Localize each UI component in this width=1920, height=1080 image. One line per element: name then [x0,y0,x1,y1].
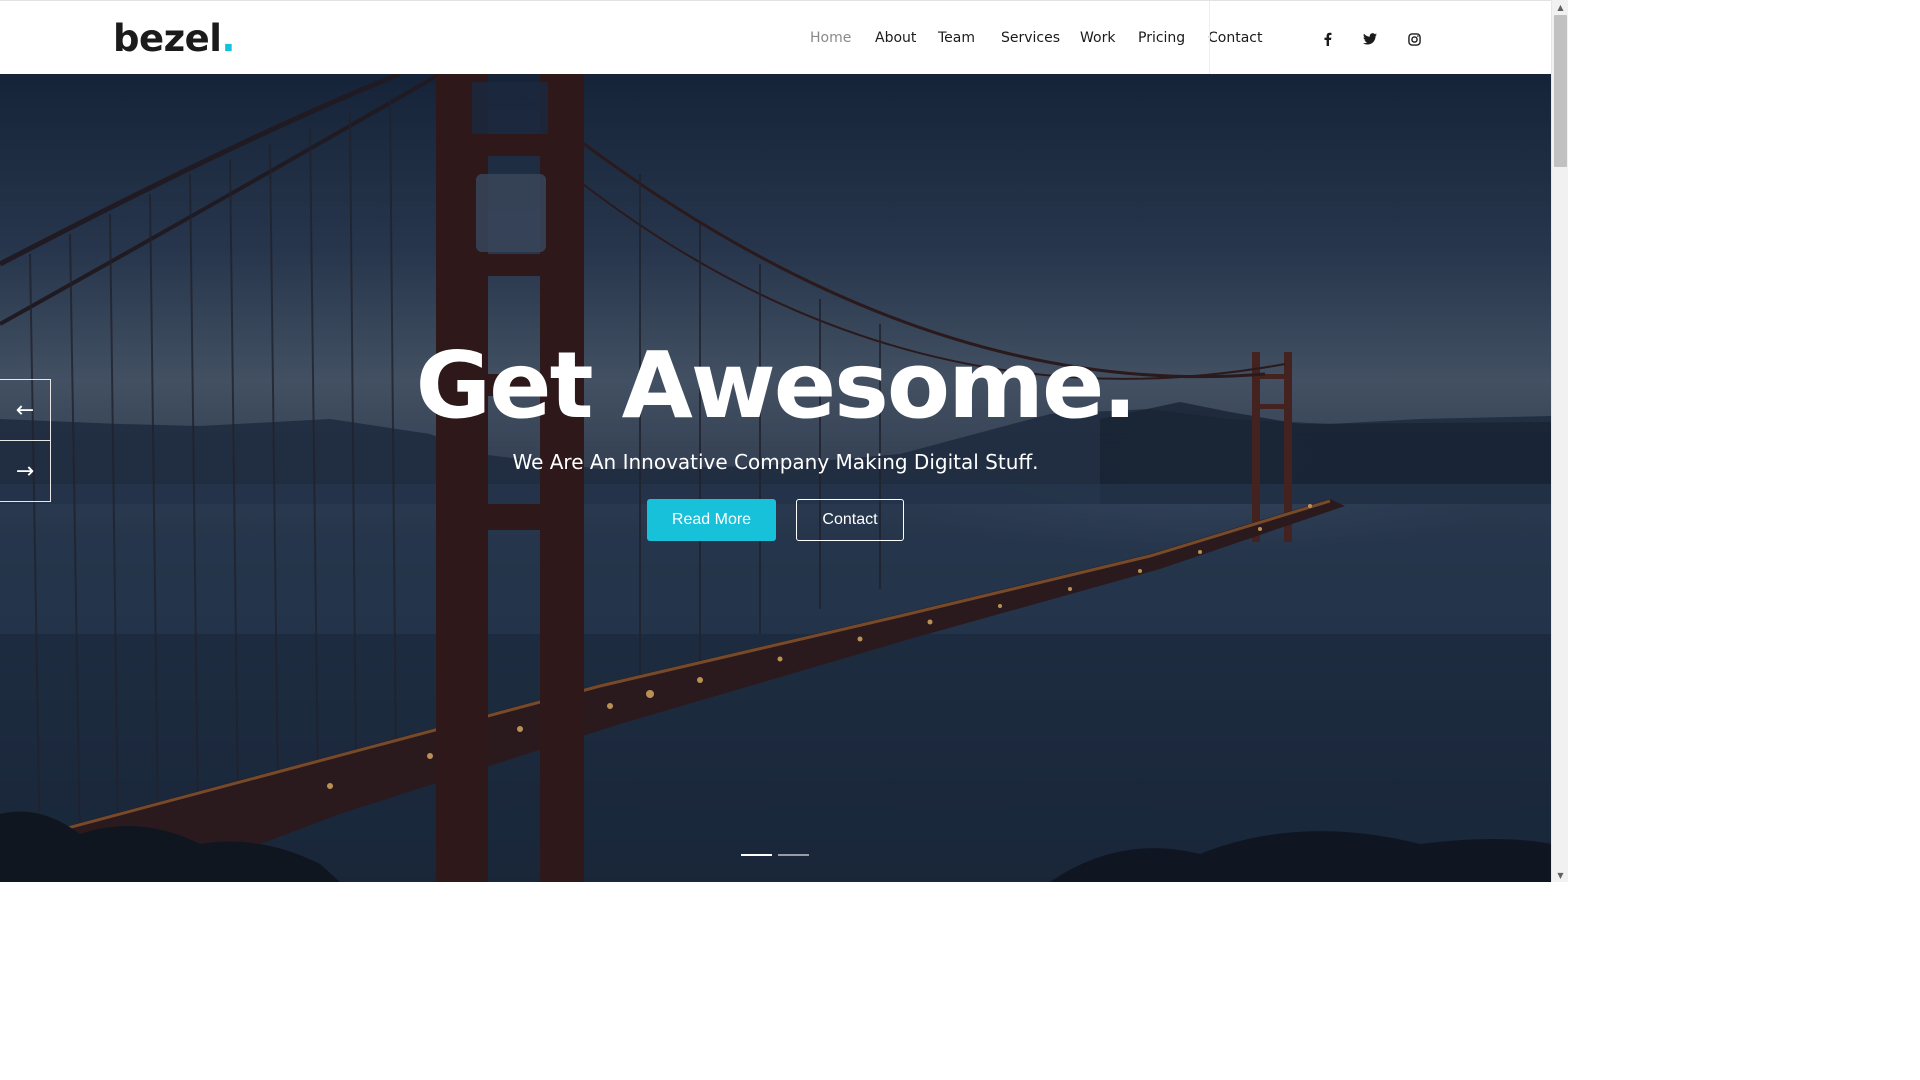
scroll-down-icon[interactable]: ▼ [1552,868,1569,882]
twitter-icon[interactable] [1361,29,1379,49]
nav-about[interactable]: About [875,28,916,48]
hero-subtitle: We Are An Innovative Company Making Digi… [512,450,1039,474]
brand-logo[interactable]: bezel. [113,15,235,63]
logo-dot: . [221,17,235,60]
slide-indicator-2[interactable] [778,854,809,856]
contact-button[interactable]: Contact [796,499,904,541]
nav-divider [1209,1,1210,75]
nav-contact[interactable]: Contact [1208,28,1262,48]
slide-indicator-1[interactable] [741,854,772,856]
scroll-up-icon[interactable]: ▲ [1552,0,1569,14]
nav-work[interactable]: Work [1080,28,1115,48]
nav-team[interactable]: Team [938,28,975,48]
nav-services[interactable]: Services [1001,28,1060,48]
site-header: bezel. Home About Team Services Work Pri… [0,0,1551,75]
nav-home[interactable]: Home [810,28,851,48]
page-scrollbar[interactable]: ▲ ▼ [1551,0,1568,882]
hero-overlay [0,74,1551,882]
logo-text: bezel [113,17,222,60]
hero-slider: ← → Get Awesome. We Are An Innovative Co… [0,74,1551,882]
read-more-button[interactable]: Read More [647,499,776,541]
hero-title: Get Awesome. [415,332,1138,439]
scroll-thumb[interactable] [1554,15,1567,167]
instagram-icon[interactable] [1405,29,1423,49]
nav-pricing[interactable]: Pricing [1138,28,1185,48]
facebook-icon[interactable] [1318,29,1336,49]
